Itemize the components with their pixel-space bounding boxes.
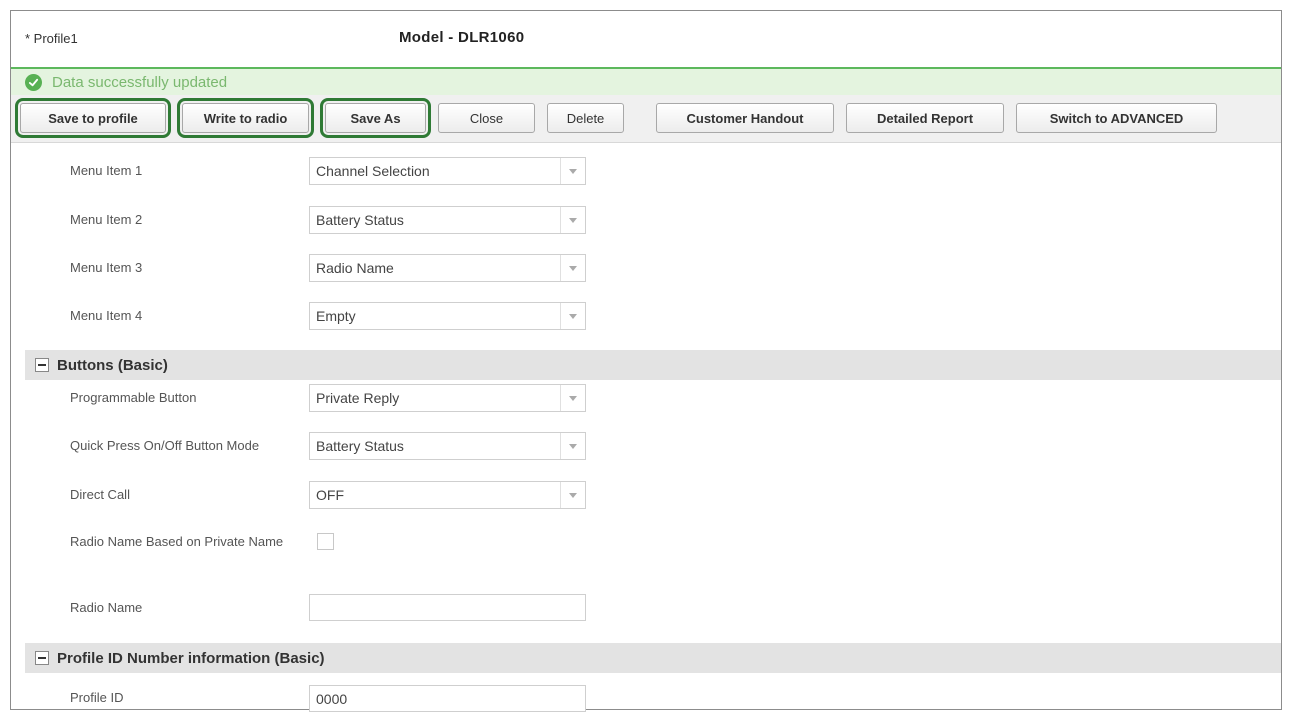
chevron-down-icon[interactable] — [560, 207, 585, 233]
menu-item-3-select[interactable]: Radio Name — [309, 254, 586, 282]
status-message: Data successfully updated — [52, 73, 228, 91]
model-title: Model - DLR1060 — [399, 29, 525, 46]
save-to-profile-button[interactable]: Save to profile — [15, 98, 171, 138]
radio-name-based-label: Radio Name Based on Private Name — [70, 534, 284, 549]
toolbar: Save to profile Write to radio Save As C… — [11, 95, 1281, 143]
profile-id-section-header[interactable]: Profile ID Number information (Basic) — [25, 643, 1281, 673]
menu-item-4-label: Menu Item 4 — [70, 308, 143, 323]
radio-name-label: Radio Name — [70, 600, 143, 615]
chevron-down-icon[interactable] — [560, 385, 585, 411]
write-to-radio-button[interactable]: Write to radio — [177, 98, 314, 138]
profile-name: * Profile1 — [25, 31, 78, 46]
section-title: Profile ID Number information (Basic) — [57, 649, 325, 667]
menu-item-3-value: Radio Name — [316, 260, 394, 276]
collapse-icon[interactable] — [35, 358, 49, 372]
menu-item-2-label: Menu Item 2 — [70, 212, 143, 227]
menu-item-2-value: Battery Status — [316, 212, 404, 228]
close-button[interactable]: Close — [438, 103, 535, 133]
direct-call-value: OFF — [316, 487, 344, 503]
save-as-button[interactable]: Save As — [320, 98, 431, 138]
detailed-report-button[interactable]: Detailed Report — [846, 103, 1004, 133]
programmable-button-label: Programmable Button — [70, 390, 197, 405]
menu-item-1-select[interactable]: Channel Selection — [309, 157, 586, 185]
programmable-button-value: Private Reply — [316, 390, 400, 406]
quick-press-label: Quick Press On/Off Button Mode — [70, 438, 260, 453]
menu-item-2-select[interactable]: Battery Status — [309, 206, 586, 234]
menu-item-3-label: Menu Item 3 — [70, 260, 143, 275]
section-title: Buttons (Basic) — [57, 356, 168, 374]
chevron-down-icon[interactable] — [560, 255, 585, 281]
chevron-down-icon[interactable] — [560, 482, 585, 508]
switch-advanced-button[interactable]: Switch to ADVANCED — [1016, 103, 1217, 133]
customer-handout-button[interactable]: Customer Handout — [656, 103, 834, 133]
menu-item-4-value: Empty — [316, 308, 356, 324]
radio-name-input[interactable] — [309, 594, 586, 621]
chevron-down-icon[interactable] — [560, 303, 585, 329]
collapse-icon[interactable] — [35, 651, 49, 665]
quick-press-select[interactable]: Battery Status — [309, 432, 586, 460]
direct-call-select[interactable]: OFF — [309, 481, 586, 509]
direct-call-label: Direct Call — [70, 487, 130, 502]
profile-editor-window: * Profile1 Model - DLR1060 Data successf… — [10, 10, 1282, 712]
menu-item-1-value: Channel Selection — [316, 163, 430, 179]
status-bar: Data successfully updated — [11, 67, 1281, 95]
programmable-button-select[interactable]: Private Reply — [309, 384, 586, 412]
chevron-down-icon[interactable] — [560, 158, 585, 184]
menu-item-1-label: Menu Item 1 — [70, 163, 143, 178]
profile-id-label: Profile ID — [70, 690, 124, 705]
buttons-basic-section-header[interactable]: Buttons (Basic) — [25, 350, 1281, 380]
profile-id-input[interactable] — [309, 685, 586, 712]
chevron-down-icon[interactable] — [560, 433, 585, 459]
radio-name-based-checkbox[interactable] — [317, 533, 334, 550]
menu-item-4-select[interactable]: Empty — [309, 302, 586, 330]
delete-button[interactable]: Delete — [547, 103, 624, 133]
quick-press-value: Battery Status — [316, 438, 404, 454]
check-circle-icon — [25, 73, 42, 91]
title-bar: * Profile1 Model - DLR1060 — [11, 11, 1281, 67]
